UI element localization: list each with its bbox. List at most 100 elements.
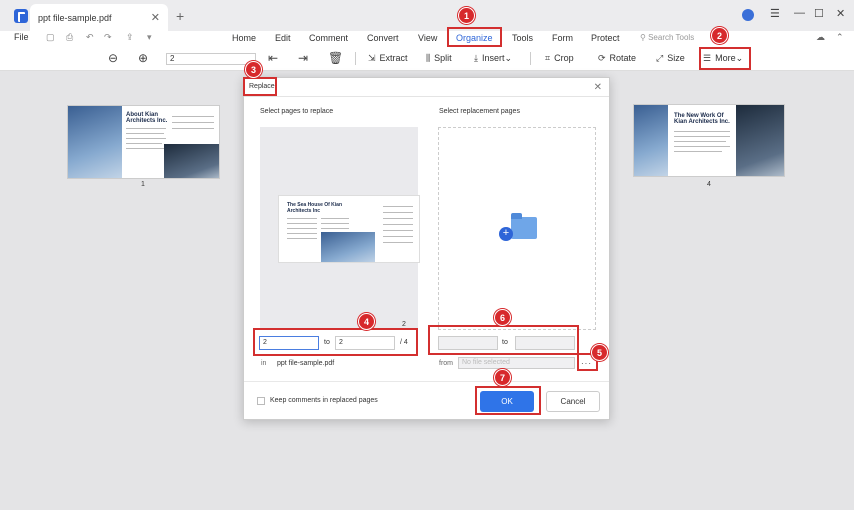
keep-comments-label: Keep comments in replaced pages [270,397,378,404]
title-bar: ppt file-sample.pdf ✕ + ☰ — ☐ ✕ [0,0,854,31]
dialog-footer-divider [244,381,609,382]
print-icon[interactable]: ⎙ [66,32,73,43]
page-1-number: 1 [141,181,145,188]
hamburger-icon[interactable]: ☰ [770,7,780,20]
minimize-icon[interactable]: — [794,7,805,19]
menu-organize[interactable]: Organize [456,33,493,43]
page-number-input[interactable]: 2 [166,53,256,65]
text-line [126,148,166,149]
text-line [126,133,164,134]
cloud-icon[interactable]: ☁ [816,32,825,43]
folder-icon [511,213,537,239]
cancel-button[interactable]: Cancel [546,391,600,412]
text-line [287,238,317,239]
page-1-title: About Kian Architects Inc. [126,112,168,124]
undo-icon[interactable]: ↶ [86,32,94,43]
dialog-divider [244,96,609,97]
more-button[interactable]: ☰ More⌄ [703,53,743,64]
step-badge-5: 5 [591,344,608,361]
more-lines-icon: ☰ [703,53,712,63]
step-badge-4: 4 [358,313,375,330]
tab-title: ppt file-sample.pdf [38,13,112,23]
extract-button[interactable]: ⇲ Extract [368,53,408,64]
page-preview-panel: The Sea House Of Kian Architects Inc [260,127,420,330]
file-path-input[interactable]: No file selected [458,357,575,369]
zoom-out-icon[interactable]: ⊖ [108,51,118,65]
search-tools[interactable]: ⚲ Search Tools [640,33,694,42]
insert-after-icon[interactable]: ⇥ [298,51,308,65]
text-line [674,136,730,137]
menu-view[interactable]: View [418,33,437,43]
menu-edit[interactable]: Edit [275,33,291,43]
dialog-close-icon[interactable]: ✕ [594,82,602,93]
replacement-drop-zone[interactable]: + [438,127,596,330]
share-icon[interactable]: ⇪ [126,32,134,43]
close-window-icon[interactable]: ✕ [836,7,845,20]
source-file-name: ppt file-sample.pdf [277,360,335,367]
crop-button[interactable]: ⌗ Crop [545,53,574,64]
from-page-input[interactable]: 2 [259,336,319,350]
insert-before-icon[interactable]: ⇤ [268,51,278,65]
keep-comments-checkbox[interactable] [257,397,265,405]
split-icon: ⫼ [426,53,431,63]
maximize-icon[interactable]: ☐ [814,7,824,20]
browse-file-button[interactable]: ··· [581,359,592,368]
rotate-icon: ⟳ [598,53,606,63]
new-tab-icon[interactable]: + [176,8,184,24]
split-label: Split [434,53,452,63]
replacement-from-input[interactable] [438,336,498,350]
page-thumbnail-1[interactable]: About Kian Architects Inc. [67,105,220,179]
text-line [383,224,413,225]
dropdown-icon[interactable]: ▾ [147,32,152,43]
text-line [172,122,214,123]
zoom-in-icon[interactable]: ⊕ [138,51,148,65]
preview-page: The Sea House Of Kian Architects Inc [278,195,420,263]
menu-comment[interactable]: Comment [309,33,348,43]
add-file-icon[interactable]: + [499,227,513,241]
text-line [321,218,349,219]
preview-page-title: The Sea House Of Kian Architects Inc [287,202,343,214]
to-label: to [324,339,330,346]
document-tab[interactable]: ppt file-sample.pdf ✕ [30,4,168,31]
menu-home[interactable]: Home [232,33,256,43]
crop-icon: ⌗ [545,53,551,63]
ok-button[interactable]: OK [480,391,534,412]
menu-tools[interactable]: Tools [512,33,533,43]
size-label: Size [667,53,685,63]
extract-label: Extract [379,53,408,63]
size-button[interactable]: ⤢ Size [656,53,685,64]
menu-file[interactable]: File [14,32,29,42]
replacement-to-label: to [502,339,508,346]
insert-chevron-icon: ⌄ [504,53,513,63]
text-line [674,131,730,132]
menu-form[interactable]: Form [552,33,573,43]
organize-toolbar: ⊖ ⊕ 2 ⇤ ⇥ 🗑 ⇲ Extract ⫼ Split ⤓ Insert⌄ ⌗ Cr… [0,46,854,71]
avatar[interactable] [742,9,754,21]
split-button[interactable]: ⫼ Split [426,53,452,64]
crop-label: Crop [554,53,574,63]
step-badge-6: 6 [494,309,511,326]
replace-dialog: Replace ✕ Select pages to replace Select… [243,77,610,420]
insert-button[interactable]: ⤓ Insert⌄ [474,53,512,64]
menu-protect[interactable]: Protect [591,33,620,43]
text-line [383,242,413,243]
text-line [674,141,726,142]
redo-icon[interactable]: ↷ [104,32,112,43]
total-pages-label: / 4 [400,339,408,346]
collapse-icon[interactable]: ⌃ [836,32,844,43]
rotate-button[interactable]: ⟳ Rotate [598,53,636,64]
extract-icon: ⇲ [368,53,376,63]
step-badge-2: 2 [711,27,728,44]
page-4-title: The New Work Of Kian Architects Inc. [674,113,730,125]
building-image [321,232,375,262]
more-chevron-icon: ⌄ [735,53,744,63]
to-page-input[interactable]: 2 [335,336,395,350]
delete-icon[interactable]: 🗑 [328,51,343,65]
tab-close-icon[interactable]: ✕ [151,11,160,24]
text-line [172,116,214,117]
replacement-to-input[interactable] [515,336,575,350]
menu-convert[interactable]: Convert [367,33,399,43]
text-line [287,218,317,219]
save-icon[interactable]: ▢ [46,32,55,43]
page-thumbnail-4[interactable]: The New Work Of Kian Architects Inc. [633,104,785,177]
